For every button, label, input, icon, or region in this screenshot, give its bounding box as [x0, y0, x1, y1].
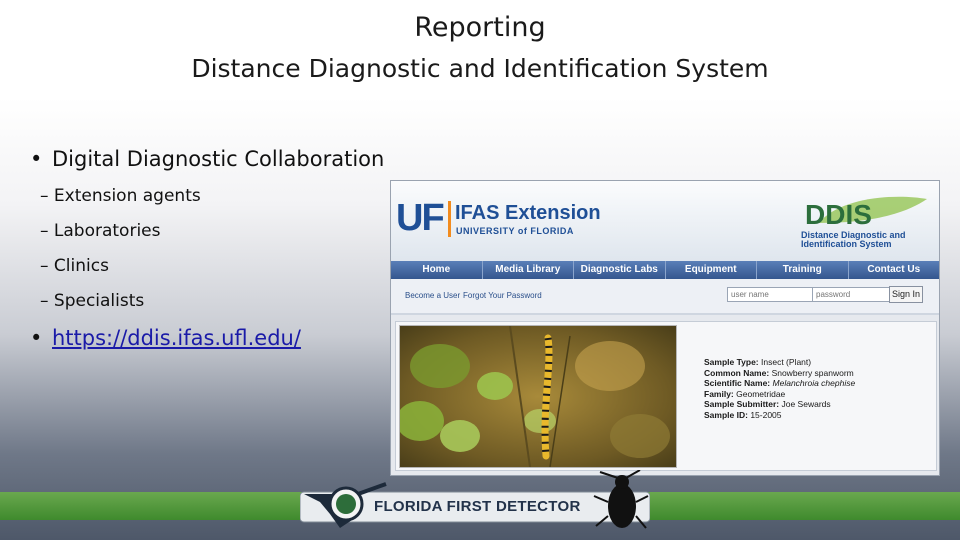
sub-bullet-extension-agents: – Extension agents: [40, 186, 201, 206]
nav-media-library[interactable]: Media Library: [483, 261, 574, 279]
bullet-dot-icon: •: [30, 147, 43, 171]
nav-diagnostic-labs[interactable]: Diagnostic Labs: [574, 261, 666, 279]
university-subtitle: UNIVERSITY of FLORIDA: [456, 226, 574, 236]
nav-training[interactable]: Training: [757, 261, 849, 279]
forgot-password-link[interactable]: Forgot Your Password: [463, 291, 542, 300]
uf-logo: UF: [396, 197, 445, 239]
sample-submitter-row: Sample Submitter: Joe Sewards: [704, 399, 831, 409]
nav-home[interactable]: Home: [391, 261, 483, 279]
become-user-link[interactable]: Become a User: [405, 291, 460, 300]
sample-type-row: Sample Type: Insect (Plant): [704, 357, 812, 367]
bullet-collaboration: • Digital Diagnostic Collaboration: [30, 147, 384, 171]
featured-sample-panel: Sample Type: Insect (Plant) Common Name:…: [395, 321, 937, 471]
ddis-url-link[interactable]: https://ddis.ifas.ufl.edu/: [52, 326, 301, 350]
footer-title: FLORIDA FIRST DETECTOR: [374, 498, 581, 515]
family-row: Family: Geometridae: [704, 388, 786, 399]
site-header: UF IFAS Extension UNIVERSITY of FLORIDA …: [391, 181, 939, 261]
caterpillar-icon: [541, 334, 553, 460]
nav-equipment[interactable]: Equipment: [666, 261, 757, 279]
nav-contact-us[interactable]: Contact Us: [849, 261, 940, 279]
username-input[interactable]: [727, 287, 815, 302]
logo-divider: [448, 201, 451, 237]
sample-photo: [399, 325, 677, 468]
ddis-logo: DDIS: [805, 199, 872, 230]
slide-title-line-1: Reporting: [414, 12, 546, 43]
password-input[interactable]: [812, 287, 900, 302]
sub-bullet-specialists: – Specialists: [40, 291, 145, 311]
ddis-website-screenshot: UF IFAS Extension UNIVERSITY of FLORIDA …: [390, 180, 940, 476]
sub-bullet-clinics: – Clinics: [40, 256, 109, 276]
sign-in-button[interactable]: Sign In: [889, 286, 923, 303]
common-name-row: Common Name: Snowberry spanworm: [704, 367, 854, 378]
bullet-text: Digital Diagnostic Collaboration: [52, 147, 385, 171]
sample-details: Sample Type: Insect (Plant) Common Name:…: [704, 357, 855, 420]
login-bar: Become a User Forgot Your Password Sign …: [391, 279, 939, 315]
scientific-name-row: Scientific Name: Melanchroia chephise: [704, 378, 856, 388]
bullet-dot-icon: •: [30, 326, 43, 350]
slide-title-line-2: Distance Diagnostic and Identification S…: [191, 54, 769, 83]
bullet-url: • https://ddis.ifas.ufl.edu/: [30, 326, 301, 350]
ddis-subtitle-line-2: Identification System: [801, 239, 892, 249]
site-nav: Home Media Library Diagnostic Labs Equip…: [391, 261, 939, 279]
sub-bullet-laboratories: – Laboratories: [40, 221, 161, 241]
sample-id-row: Sample ID: 15-2005: [704, 409, 782, 420]
ifas-extension-title: IFAS Extension: [455, 202, 601, 224]
